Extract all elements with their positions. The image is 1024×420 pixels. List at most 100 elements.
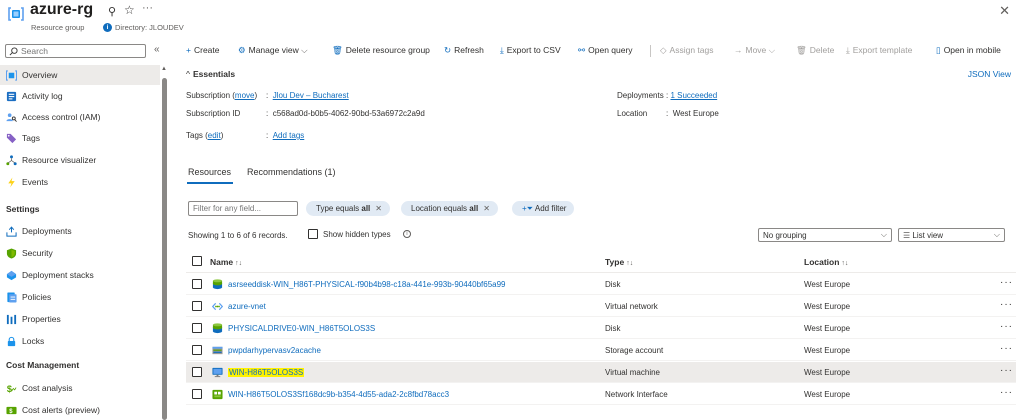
sidebar-search-input[interactable] xyxy=(21,46,141,56)
sidebar-item-security[interactable]: Security xyxy=(0,243,160,263)
more-actions-button[interactable]: ··· xyxy=(142,2,153,14)
refresh-button[interactable]: ↻ Refresh xyxy=(444,45,484,56)
create-button[interactable]: + Create xyxy=(186,45,219,55)
column-location[interactable]: Location ↑↓ xyxy=(804,257,848,267)
remove-filter-icon[interactable]: ✕ xyxy=(375,204,382,213)
delete-resource-group-button[interactable]: 🗑 Delete resource group xyxy=(332,45,430,56)
deployments-link[interactable]: 1 Succeeded xyxy=(670,91,717,100)
type-filter-pill[interactable]: Type equals all ✕ xyxy=(306,201,390,216)
command-bar: + Create ⚙ Manage view ⌵ 🗑 Delete resource … xyxy=(176,42,1024,62)
mobile-icon: ▯ xyxy=(936,45,941,55)
page-subtitle: Resource group xyxy=(31,23,85,32)
collapse-sidebar-icon[interactable]: « xyxy=(154,44,160,55)
table-row[interactable]: azure-vnet Virtual network West Europe ·… xyxy=(186,296,1016,317)
filter-input[interactable] xyxy=(188,201,298,216)
sidebar-item-properties[interactable]: Properties xyxy=(0,309,160,329)
sidebar-item-deployment-stacks[interactable]: Deployment stacks xyxy=(0,265,160,285)
sidebar-item-events[interactable]: Events xyxy=(0,172,160,192)
subscription-row: Subscription (move) xyxy=(186,91,258,100)
json-view-link[interactable]: JSON View xyxy=(968,69,1011,79)
iam-icon xyxy=(6,113,17,122)
export-template-button[interactable]: ⤓ Export template xyxy=(846,45,912,56)
disk-icon xyxy=(212,279,223,290)
row-checkbox[interactable] xyxy=(192,279,202,289)
sidebar-item-activity-log[interactable]: Activity log xyxy=(0,86,160,106)
location-filter-pill[interactable]: Location equals all ✕ xyxy=(401,201,498,216)
sidebar-item-deployments[interactable]: Deployments xyxy=(0,221,160,241)
tab-recommendations[interactable]: Recommendations (1) xyxy=(247,167,336,177)
table-row-selected[interactable]: WIN-H86T5OLOS3S Virtual machine West Eur… xyxy=(186,362,1016,383)
sidebar-item-label: Deployment stacks xyxy=(22,270,94,280)
manage-view-button[interactable]: ⚙ Manage view ⌵ xyxy=(238,45,308,56)
sidebar-item-tags[interactable]: Tags xyxy=(0,128,160,148)
resource-name-link[interactable]: WIN-H86T5OLOS3Sf168dc9b-b354-4d55-ada2-2… xyxy=(228,390,449,399)
edit-tags-link[interactable]: edit xyxy=(208,131,221,140)
add-tags-link[interactable]: Add tags xyxy=(273,131,305,140)
sidebar-item-label: Locks xyxy=(22,336,45,346)
row-more-button[interactable]: ··· xyxy=(1000,387,1013,398)
chevron-down-icon: ⌵ xyxy=(993,230,1000,239)
sidebar-item-iam[interactable]: Access control (IAM) xyxy=(0,107,160,127)
remove-filter-icon[interactable]: ✕ xyxy=(483,204,490,213)
sidebar-item-cost-alerts[interactable]: $ Cost alerts (preview) xyxy=(0,400,160,420)
svg-text:$: $ xyxy=(7,384,12,394)
sidebar-item-policies[interactable]: Policies xyxy=(0,287,160,307)
location-label: Location xyxy=(617,109,648,118)
sidebar-item-cost-analysis[interactable]: $ Cost analysis xyxy=(0,378,160,398)
row-more-button[interactable]: ··· xyxy=(1000,365,1013,376)
row-checkbox[interactable] xyxy=(192,301,202,311)
show-hidden-types-checkbox[interactable] xyxy=(308,229,318,239)
add-filter-button[interactable]: +⏷ Add filter xyxy=(512,201,575,216)
row-more-button[interactable]: ··· xyxy=(1000,277,1013,288)
tab-resources[interactable]: Resources xyxy=(188,167,231,177)
sidebar-scrollbar[interactable] xyxy=(162,78,167,420)
pin-icon[interactable]: ⚲ xyxy=(108,5,116,18)
view-dropdown[interactable]: ☰ List view ⌵ xyxy=(898,228,1005,242)
column-name[interactable]: Name ↑↓ xyxy=(210,257,242,267)
move-link[interactable]: move xyxy=(235,91,255,100)
row-checkbox[interactable] xyxy=(192,367,202,377)
resource-name-link[interactable]: PHYSICALDRIVE0-WIN_H86T5OLOS3S xyxy=(228,324,375,333)
row-more-button[interactable]: ··· xyxy=(1000,321,1013,332)
resource-name-link[interactable]: azure-vnet xyxy=(228,302,266,311)
resource-name-link[interactable]: WIN-H86T5OLOS3S xyxy=(228,368,305,377)
star-icon[interactable]: ☆ xyxy=(124,3,135,17)
assign-tags-button[interactable]: ◇ Assign tags xyxy=(660,45,714,56)
location-value-row: : West Europe xyxy=(666,109,719,118)
refresh-icon: ↻ xyxy=(444,45,452,55)
list-view-icon: ☰ xyxy=(903,231,911,240)
export-csv-button[interactable]: ⤓ Export to CSV xyxy=(500,45,561,56)
sidebar-item-overview[interactable]: Overview xyxy=(0,65,160,85)
sidebar-item-resource-visualizer[interactable]: Resource visualizer xyxy=(0,150,160,170)
resource-name-link[interactable]: pwpdarhypervasv2acache xyxy=(228,346,321,355)
subscription-link[interactable]: Jlou Dev – Bucharest xyxy=(273,91,349,100)
sort-icon: ↑↓ xyxy=(235,260,243,267)
table-row[interactable]: PHYSICALDRIVE0-WIN_H86T5OLOS3S Disk West… xyxy=(186,318,1016,339)
resource-location: West Europe xyxy=(804,390,851,399)
grouping-dropdown[interactable]: No grouping ⌵ xyxy=(758,228,892,242)
table-row[interactable]: pwpdarhypervasv2acache Storage account W… xyxy=(186,340,1016,361)
info-icon: i xyxy=(403,230,411,238)
open-in-mobile-button[interactable]: ▯ Open in mobile xyxy=(936,45,1001,56)
select-all-checkbox[interactable] xyxy=(192,256,202,266)
essentials-toggle[interactable]: ^ Essentials xyxy=(186,69,235,79)
sidebar-item-label: Policies xyxy=(22,292,52,302)
delete-button[interactable]: 🗑 Delete xyxy=(796,45,834,56)
row-checkbox[interactable] xyxy=(192,345,202,355)
chevron-up-icon: ^ xyxy=(186,69,190,79)
scroll-up-icon[interactable]: ▲ xyxy=(161,66,167,72)
sidebar-search[interactable] xyxy=(5,44,146,58)
row-more-button[interactable]: ··· xyxy=(1000,299,1013,310)
open-query-button[interactable]: ⚯ Open query xyxy=(578,45,633,56)
column-type[interactable]: Type ↑↓ xyxy=(605,257,633,267)
row-checkbox[interactable] xyxy=(192,323,202,333)
sidebar-item-locks[interactable]: Locks xyxy=(0,331,160,351)
table-row[interactable]: asrseeddisk-WIN_H86T-PHYSICAL-f90b4b98-c… xyxy=(186,274,1016,295)
row-checkbox[interactable] xyxy=(192,389,202,399)
deployments-value-row: : 1 Succeeded xyxy=(666,91,718,100)
resource-name-link[interactable]: asrseeddisk-WIN_H86T-PHYSICAL-f90b4b98-c… xyxy=(228,280,506,289)
close-icon[interactable]: ✕ xyxy=(999,3,1010,19)
table-row[interactable]: WIN-H86T5OLOS3Sf168dc9b-b354-4d55-ada2-2… xyxy=(186,384,1016,405)
move-button[interactable]: → Move ⌵ xyxy=(734,45,775,56)
row-more-button[interactable]: ··· xyxy=(1000,343,1013,354)
